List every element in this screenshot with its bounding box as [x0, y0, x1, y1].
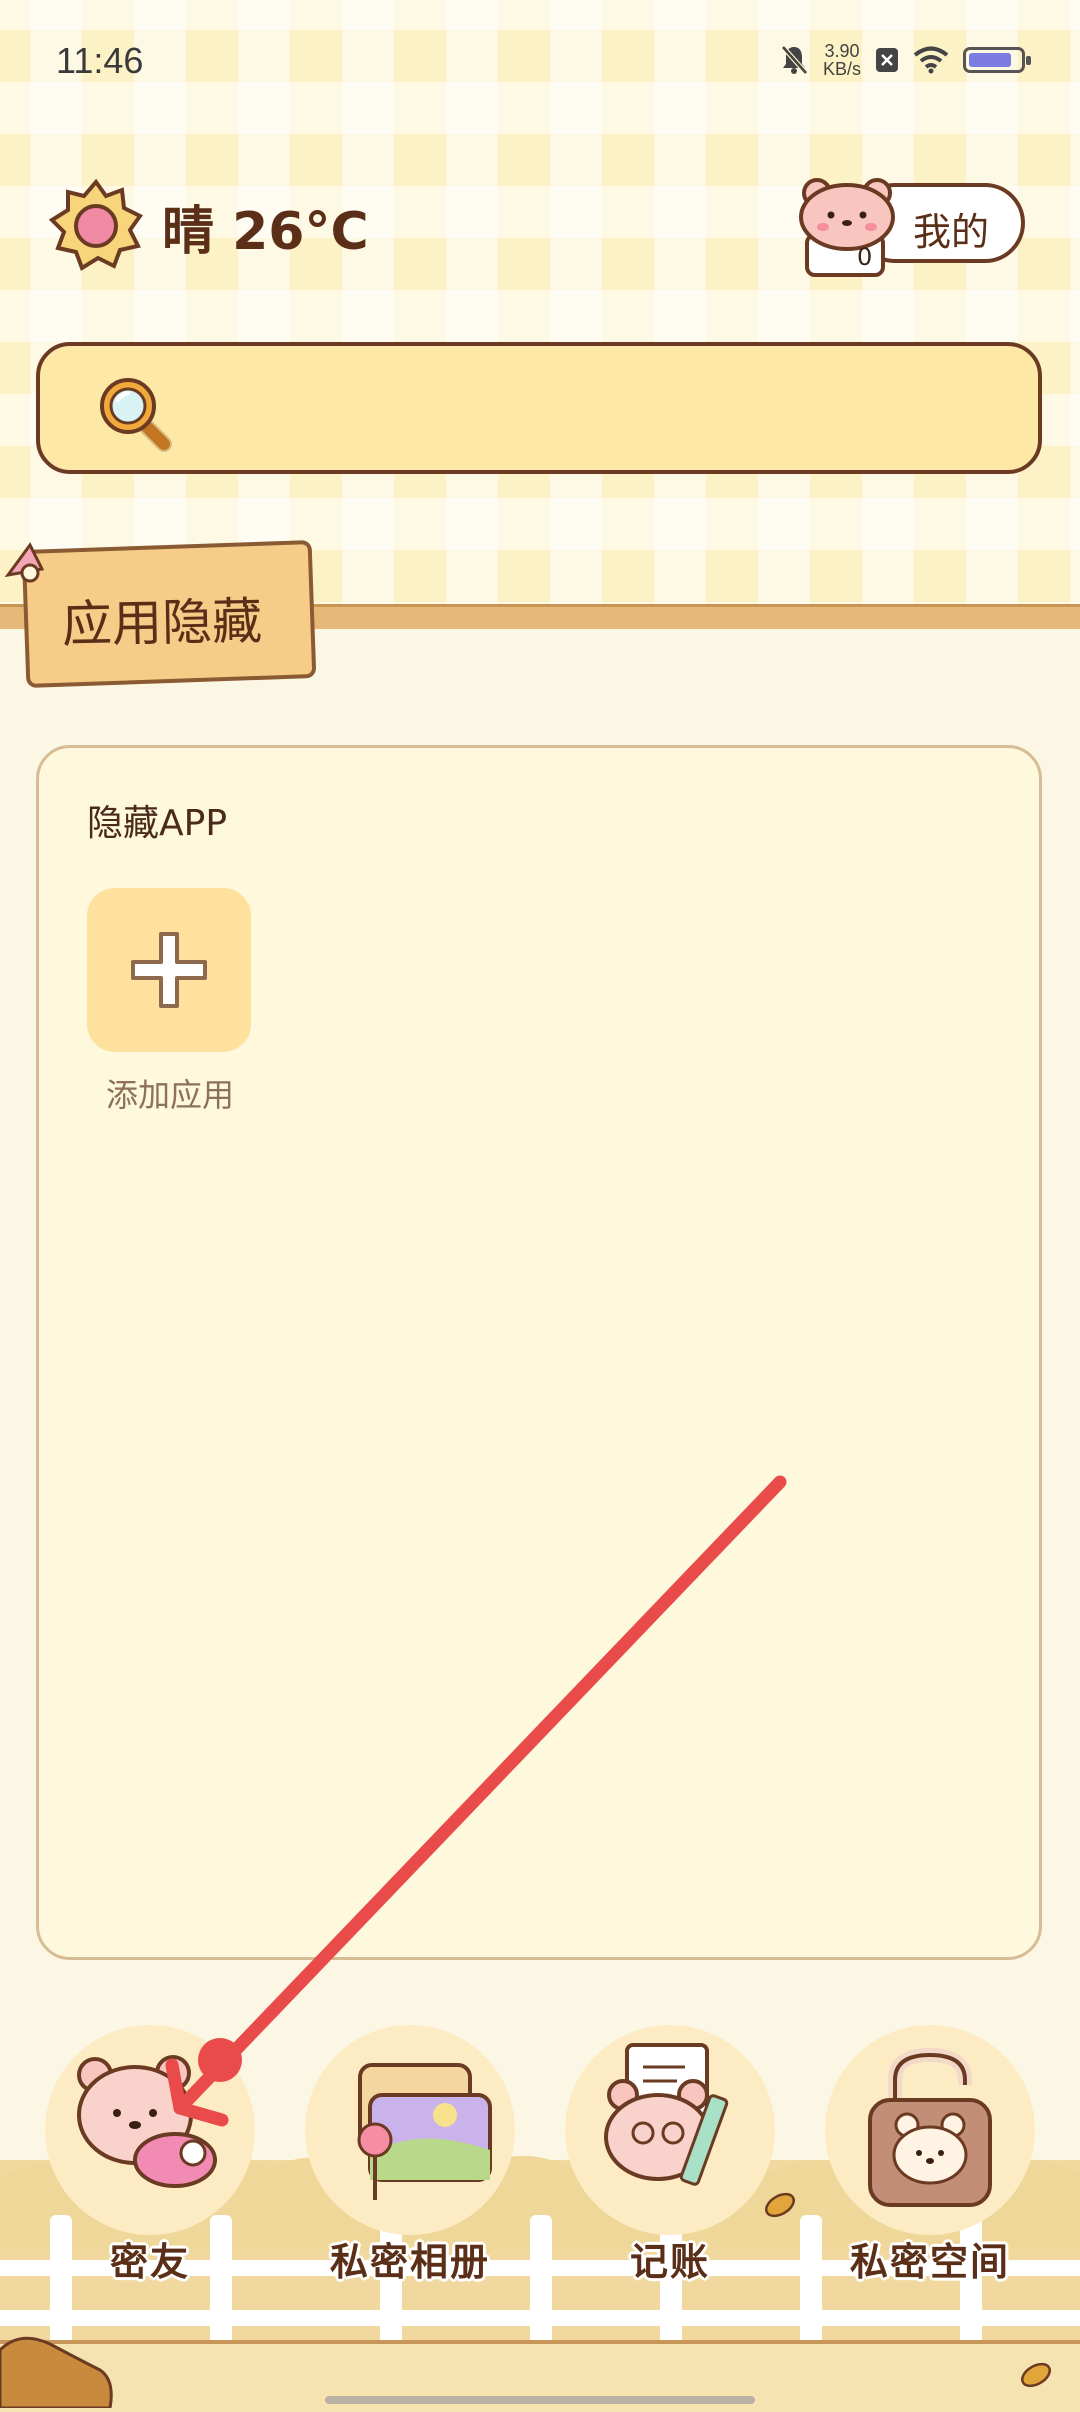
add-app-button[interactable]: 添加应用 [87, 888, 253, 1116]
panel-title: 隐藏APP [87, 803, 228, 844]
status-bar: 11:46 3.90 KB/s [0, 0, 1080, 120]
bottom-dock: 密友 私密相册 记账 私密空间 [0, 2010, 1080, 2412]
close-box-icon [875, 47, 899, 73]
battery-icon [963, 47, 1031, 73]
fence-post [530, 2215, 552, 2355]
section-tag: 应用隐藏 [4, 539, 317, 689]
home-indicator[interactable] [325, 2396, 755, 2404]
accounting-bear-icon [565, 2025, 775, 2235]
dock-label-accounting: 记账 [629, 2240, 710, 2284]
net-speed-value: 3.90 [824, 41, 860, 61]
search-icon [90, 368, 180, 458]
dock-item-friends[interactable]: 密友 [45, 2025, 255, 2286]
network-speed: 3.90 KB/s [823, 42, 861, 78]
dock-item-private-space[interactable]: 私密空间 [825, 2025, 1035, 2286]
lock-bear-icon [825, 2025, 1035, 2235]
profile-badge: 0 [857, 243, 873, 271]
dog-decoration [0, 2330, 130, 2412]
section-title: 应用隐藏 [61, 592, 263, 654]
dock-item-album[interactable]: 私密相册 [305, 2025, 515, 2286]
status-icons: 3.90 KB/s [779, 42, 1031, 78]
hidden-apps-panel: 隐藏APP 添加应用 [36, 745, 1042, 1960]
mute-bell-icon [779, 44, 809, 76]
leaf-icon [762, 2190, 798, 2224]
wifi-icon [913, 46, 949, 74]
pushpin-icon [0, 535, 60, 599]
search-bar[interactable] [36, 342, 1042, 474]
leaf-icon [1018, 2360, 1054, 2394]
my-profile-button[interactable]: 我的 0 [795, 173, 1035, 277]
plus-icon [129, 930, 209, 1014]
weather-text: 晴 26°C [162, 201, 369, 262]
photo-album-icon [305, 2025, 515, 2235]
dock-label-album: 私密相册 [329, 2240, 490, 2284]
dock-label-friends: 密友 [109, 2240, 190, 2284]
search-input[interactable] [190, 376, 994, 448]
net-speed-unit: KB/s [822, 59, 861, 79]
dock-label-private-space: 私密空间 [849, 2240, 1010, 2284]
bear-friend-icon [45, 2025, 255, 2235]
dock-item-accounting[interactable]: 记账 [565, 2025, 775, 2286]
weather-widget[interactable]: 晴 26°C [48, 178, 369, 274]
battery-level [969, 53, 1011, 67]
my-label: 我的 [913, 210, 990, 254]
add-app-label: 添加应用 [105, 1076, 234, 1114]
bear-mascot-icon [795, 173, 905, 287]
fence-post [800, 2215, 822, 2355]
status-time: 11:46 [56, 40, 144, 81]
sun-icon [48, 178, 144, 274]
add-app-tile[interactable] [87, 888, 251, 1052]
